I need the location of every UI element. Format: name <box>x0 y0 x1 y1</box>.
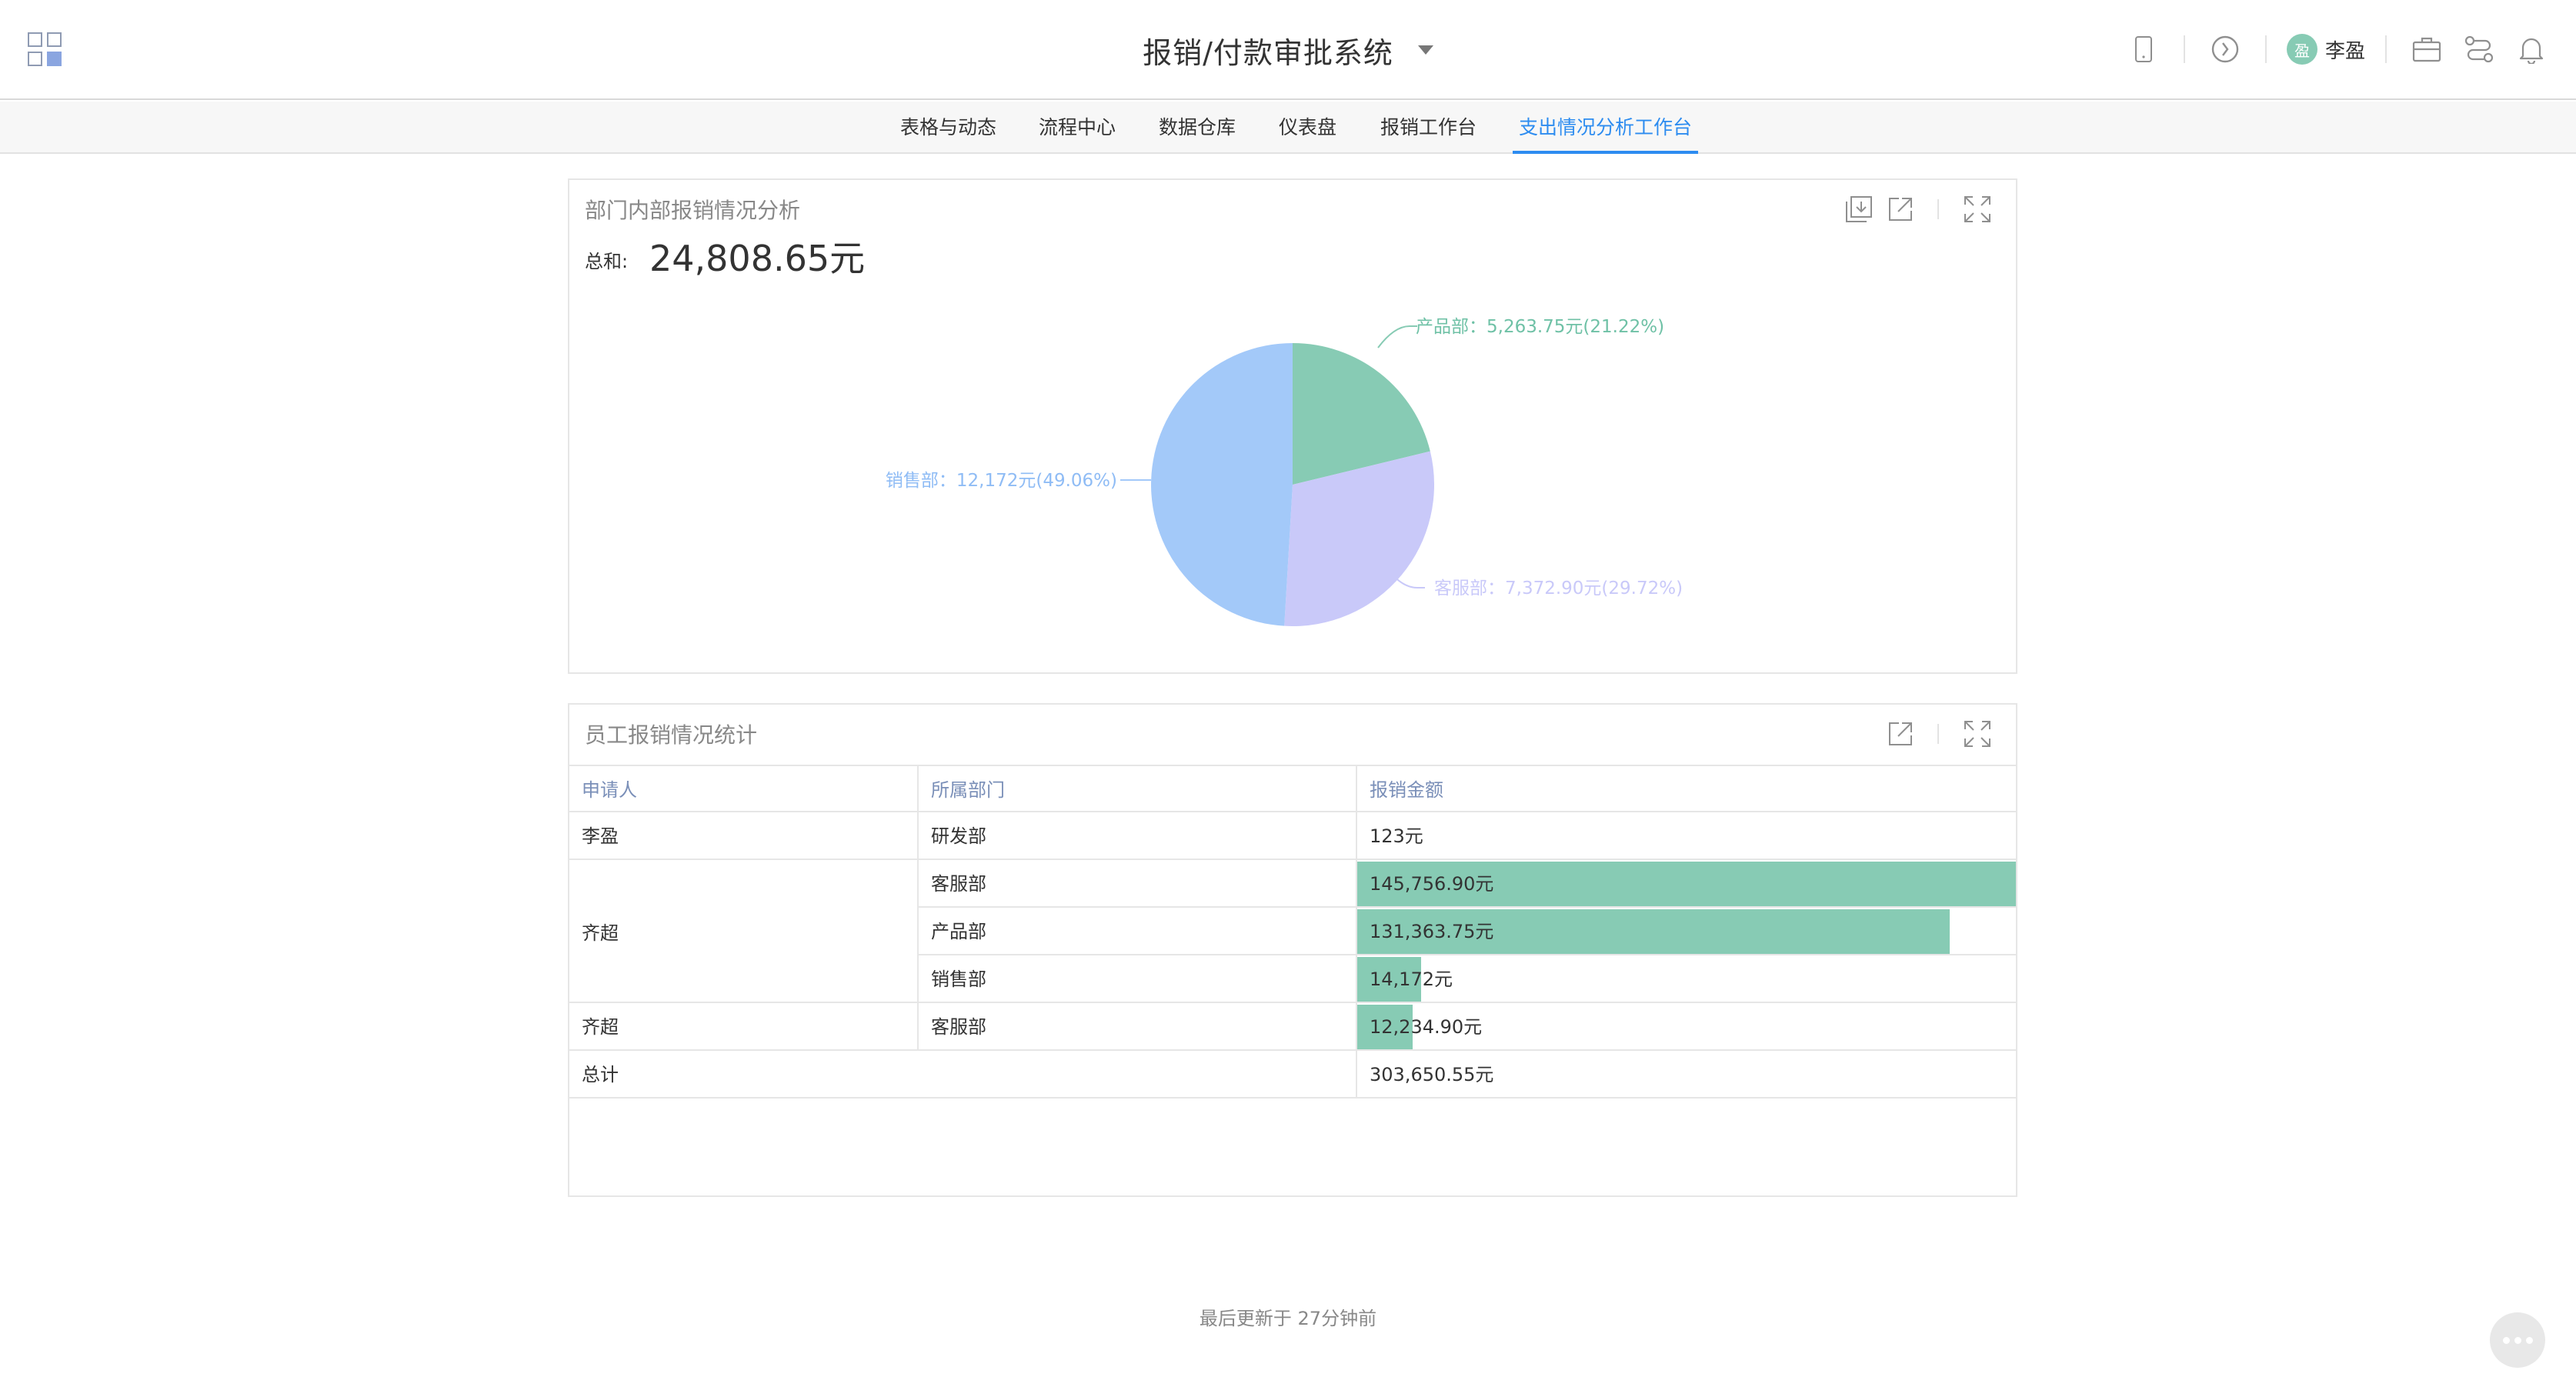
more-dots-icon <box>2502 1336 2510 1344</box>
table-header-row: 申请人 所属部门 报销金额 <box>569 765 2016 814</box>
more-dots-icon <box>2514 1336 2521 1344</box>
tab-data-warehouse[interactable]: 数据仓库 <box>1159 102 1236 154</box>
apps-grid-icon[interactable] <box>28 32 62 66</box>
fullscreen-icon[interactable] <box>1962 719 1993 749</box>
dept-reimbursement-card: 部门内部报销情况分析 总和: 24,808.65元 产品部：5,263.75元(… <box>568 178 2017 674</box>
column-header-department[interactable]: 所属部门 <box>919 766 1357 814</box>
user-name[interactable]: 李盈 <box>2325 35 2365 64</box>
amount-cell: 123元 <box>1357 812 2016 860</box>
open-external-icon[interactable] <box>1885 719 1916 749</box>
pie-slice-sales[interactable] <box>1151 343 1293 626</box>
user-menu[interactable]: 盈 李盈 <box>2286 34 2365 65</box>
table-row: 李盈 研发部 123元 <box>569 812 2016 860</box>
bell-icon[interactable] <box>2511 29 2551 69</box>
amount-cell: 145,756.90元 <box>1357 860 2016 908</box>
merged-applicant-cell: 齐超 <box>569 860 919 1003</box>
total-amount: 303,650.55元 <box>1370 1064 1494 1085</box>
leader-line-product <box>1377 325 1417 348</box>
tab-table-dynamics[interactable]: 表格与动态 <box>900 102 996 154</box>
amount-value: 131,363.75元 <box>1370 921 1494 942</box>
app-title[interactable]: 报销/付款审批系统 <box>1143 29 1393 72</box>
card-title: 员工报销情况统计 <box>585 722 758 748</box>
last-updated-text: 最后更新于 27分钟前 <box>1199 1308 1377 1329</box>
header-divider <box>2264 35 2267 63</box>
tab-reimbursement-workbench[interactable]: 报销工作台 <box>1380 102 1477 154</box>
pie-label-product: 产品部：5,263.75元(21.22%) <box>1416 317 1664 337</box>
top-header: 报销/付款审批系统 盈 李盈 <box>0 0 2576 100</box>
tab-process-center[interactable]: 流程中心 <box>1039 102 1116 154</box>
tab-expense-analysis-workbench[interactable]: 支出情况分析工作台 <box>1512 102 1699 154</box>
department-cell: 客服部 <box>919 1003 1357 1051</box>
more-actions-button[interactable] <box>2490 1312 2545 1368</box>
header-divider <box>2183 35 2185 63</box>
column-header-amount[interactable]: 报销金额 <box>1357 766 2016 814</box>
amount-value: 123元 <box>1370 825 1423 847</box>
more-dots-icon <box>2525 1336 2533 1344</box>
clock-icon[interactable] <box>2205 29 2245 69</box>
pie-chart: 产品部：5,263.75元(21.22%) 客服部：7,372.90元(29.7… <box>886 317 1683 626</box>
mobile-icon[interactable] <box>2124 29 2164 69</box>
department-cell: 客服部 <box>919 860 1357 908</box>
tab-bar: 表格与动态 流程中心 数据仓库 仪表盘 报销工作台 支出情况分析工作台 <box>0 102 2576 154</box>
table-total-row: 总计 303,650.55元 <box>569 1051 2016 1099</box>
pie-label-sales: 销售部：12,172元(49.06%) <box>886 471 1117 491</box>
table-row: 齐超 客服部 12,234.90元 <box>569 1003 2016 1051</box>
column-header-applicant[interactable]: 申请人 <box>569 766 919 814</box>
department-cell: 产品部 <box>919 908 1357 955</box>
tab-dashboard[interactable]: 仪表盘 <box>1279 102 1336 154</box>
workflow-icon[interactable] <box>2459 29 2499 69</box>
amount-cell: 14,172元 <box>1357 955 2016 1003</box>
department-cell: 销售部 <box>919 955 1357 1003</box>
department-cell: 研发部 <box>919 812 1357 860</box>
employee-reimbursement-card: 员工报销情况统计 申请人 所属部门 报销金额 李盈 研发部 123元 客服部 1… <box>568 703 2017 1197</box>
applicant-cell: 李盈 <box>569 812 919 860</box>
amount-cell: 131,363.75元 <box>1357 908 2016 955</box>
chevron-down-icon[interactable] <box>1417 45 1433 55</box>
briefcase-icon[interactable] <box>2407 29 2447 69</box>
applicant-cell: 齐超 <box>569 1003 919 1051</box>
avatar[interactable]: 盈 <box>2286 34 2317 65</box>
amount-value: 14,172元 <box>1370 969 1453 990</box>
amount-value: 145,756.90元 <box>1370 873 1494 895</box>
amount-value: 12,234.90元 <box>1370 1016 1483 1038</box>
amount-cell: 12,234.90元 <box>1357 1003 2016 1051</box>
tools-divider <box>1937 724 1939 744</box>
header-divider <box>2385 35 2387 63</box>
pie-label-service: 客服部：7,372.90元(29.72%) <box>1434 578 1683 598</box>
total-label: 总计 <box>569 1051 1357 1099</box>
